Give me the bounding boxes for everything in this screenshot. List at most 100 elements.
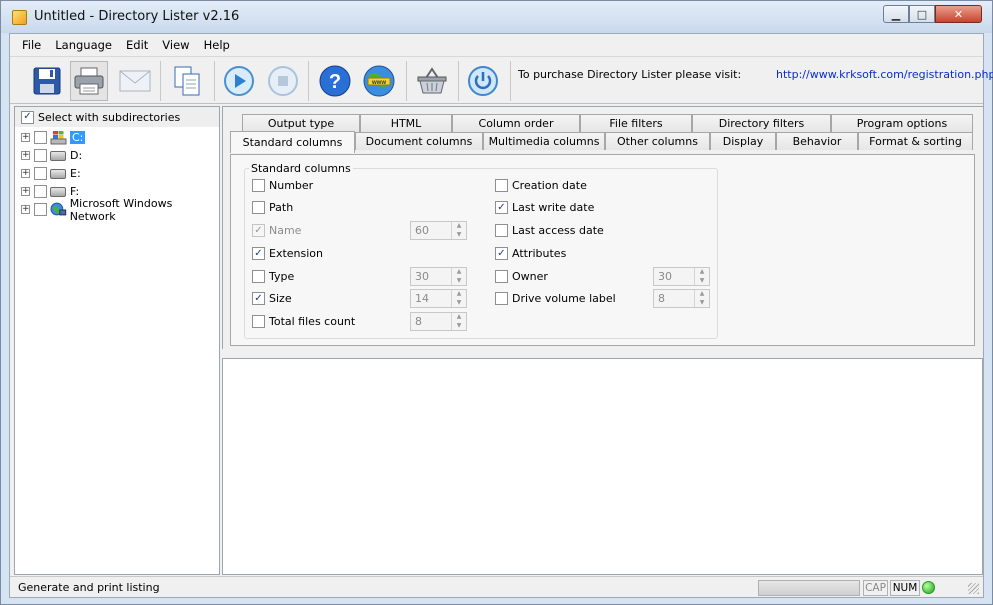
tab-display[interactable]: Display [710,132,776,150]
copy-button[interactable] [168,61,206,101]
spin-up-icon[interactable]: ▲ [452,268,466,277]
menu-help[interactable]: Help [204,38,230,52]
purchase-link[interactable]: http://www.krksoft.com/registration.php [776,68,993,81]
last-access-date-checkbox[interactable] [495,224,508,237]
help-button[interactable]: ? [316,61,354,101]
option-extension[interactable]: Extension [252,247,323,260]
tab-format-sorting[interactable]: Format & sorting [858,132,973,150]
tab-behavior[interactable]: Behavior [776,132,858,150]
stop-button[interactable] [264,61,302,101]
tree-item-c[interactable]: + C: [21,129,86,146]
spin-up-icon[interactable]: ▲ [695,290,709,299]
expand-icon[interactable]: + [21,187,30,196]
maximize-button[interactable]: □ [909,5,935,23]
copy-pages-icon [174,66,200,96]
menu-file[interactable]: File [22,38,41,52]
tab-document-columns[interactable]: Document columns [355,132,483,150]
tree-item-checkbox[interactable] [34,185,47,198]
save-button[interactable] [28,61,66,101]
attributes-checkbox[interactable] [495,247,508,260]
tree-item-label[interactable]: C: [70,131,86,144]
expand-icon[interactable]: + [21,133,30,142]
name-width-spinner[interactable]: 60 ▲ ▼ [410,221,467,240]
spin-up-icon[interactable]: ▲ [452,313,466,322]
listing-preview[interactable] [222,358,983,575]
tab-column-order[interactable]: Column order [452,114,580,132]
tab-file-filters[interactable]: File filters [580,114,692,132]
menu-language[interactable]: Language [55,38,112,52]
tree-item-label[interactable]: E: [70,167,81,180]
type-checkbox[interactable] [252,270,265,283]
email-button[interactable] [116,61,154,101]
tree-item-d[interactable]: + D: [21,147,82,164]
type-width-spinner[interactable]: 30 ▲ ▼ [410,267,467,286]
menu-view[interactable]: View [162,38,189,52]
minimize-button[interactable]: ▁ [883,5,909,23]
option-owner[interactable]: Owner [495,270,548,283]
tree-item-checkbox[interactable] [34,149,47,162]
option-number[interactable]: Number [252,179,313,192]
spin-down-icon[interactable]: ▼ [452,299,466,308]
option-path[interactable]: Path [252,201,293,214]
menu-edit[interactable]: Edit [126,38,148,52]
option-attributes[interactable]: Attributes [495,247,566,260]
tab-standard-columns[interactable]: Standard columns [230,131,355,153]
total-files-width-spinner[interactable]: 8 ▲ ▼ [410,312,467,331]
spin-down-icon[interactable]: ▼ [452,231,466,240]
select-subdirs-row[interactable]: Select with subdirectories [15,107,219,127]
option-drive-volume-label[interactable]: Drive volume label [495,292,616,305]
tree-item-checkbox[interactable] [34,167,47,180]
size-width-spinner[interactable]: 14 ▲ ▼ [410,289,467,308]
tree-item-checkbox[interactable] [34,131,47,144]
expand-icon[interactable]: + [21,205,30,214]
tab-other-columns[interactable]: Other columns [605,132,710,150]
tab-program-options[interactable]: Program options [831,114,973,132]
spin-up-icon[interactable]: ▲ [452,222,466,231]
option-total-files-count[interactable]: Total files count [252,315,355,328]
option-size[interactable]: Size [252,292,292,305]
close-button[interactable]: ✕ [935,5,982,23]
windows-drive-icon [50,131,67,145]
spin-up-icon[interactable]: ▲ [695,268,709,277]
tab-html[interactable]: HTML [360,114,452,132]
tab-directory-filters[interactable]: Directory filters [692,114,831,132]
tab-output-type[interactable]: Output type [242,114,360,132]
last-write-date-checkbox[interactable] [495,201,508,214]
expand-icon[interactable]: + [21,151,30,160]
spin-down-icon[interactable]: ▼ [695,299,709,308]
tree-item-network[interactable]: + Microsoft Windows Network [21,197,219,223]
exit-button[interactable] [464,61,502,101]
directory-tree[interactable]: Select with subdirectories + C: + D: [14,106,220,575]
spin-up-icon[interactable]: ▲ [452,290,466,299]
extension-checkbox[interactable] [252,247,265,260]
tree-item-label[interactable]: Microsoft Windows Network [70,197,219,223]
tree-item-e[interactable]: + E: [21,165,81,182]
total-files-count-checkbox[interactable] [252,315,265,328]
expand-icon[interactable]: + [21,169,30,178]
tab-multimedia-columns[interactable]: Multimedia columns [483,132,605,150]
size-checkbox[interactable] [252,292,265,305]
tree-item-label[interactable]: D: [70,149,82,162]
option-last-write-date[interactable]: Last write date [495,201,594,214]
option-creation-date[interactable]: Creation date [495,179,587,192]
buy-button[interactable] [413,61,451,101]
spin-down-icon[interactable]: ▼ [452,322,466,331]
print-button[interactable] [70,61,108,101]
tree-item-checkbox[interactable] [34,203,47,216]
option-type[interactable]: Type [252,270,294,283]
title-bar[interactable]: Untitled - Directory Lister v2.16 ▁ □ ✕ [1,1,992,33]
start-button[interactable] [220,61,258,101]
select-subdirs-checkbox[interactable] [21,110,34,124]
resize-grip-icon[interactable] [968,583,979,594]
website-button[interactable]: www [360,61,398,101]
path-checkbox[interactable] [252,201,265,214]
drive-volume-width-spinner[interactable]: 8 ▲ ▼ [653,289,710,308]
spin-down-icon[interactable]: ▼ [695,277,709,286]
owner-width-spinner[interactable]: 30 ▲ ▼ [653,267,710,286]
number-checkbox[interactable] [252,179,265,192]
option-last-access-date[interactable]: Last access date [495,224,604,237]
creation-date-checkbox[interactable] [495,179,508,192]
owner-checkbox[interactable] [495,270,508,283]
drive-volume-label-checkbox[interactable] [495,292,508,305]
spin-down-icon[interactable]: ▼ [452,277,466,286]
